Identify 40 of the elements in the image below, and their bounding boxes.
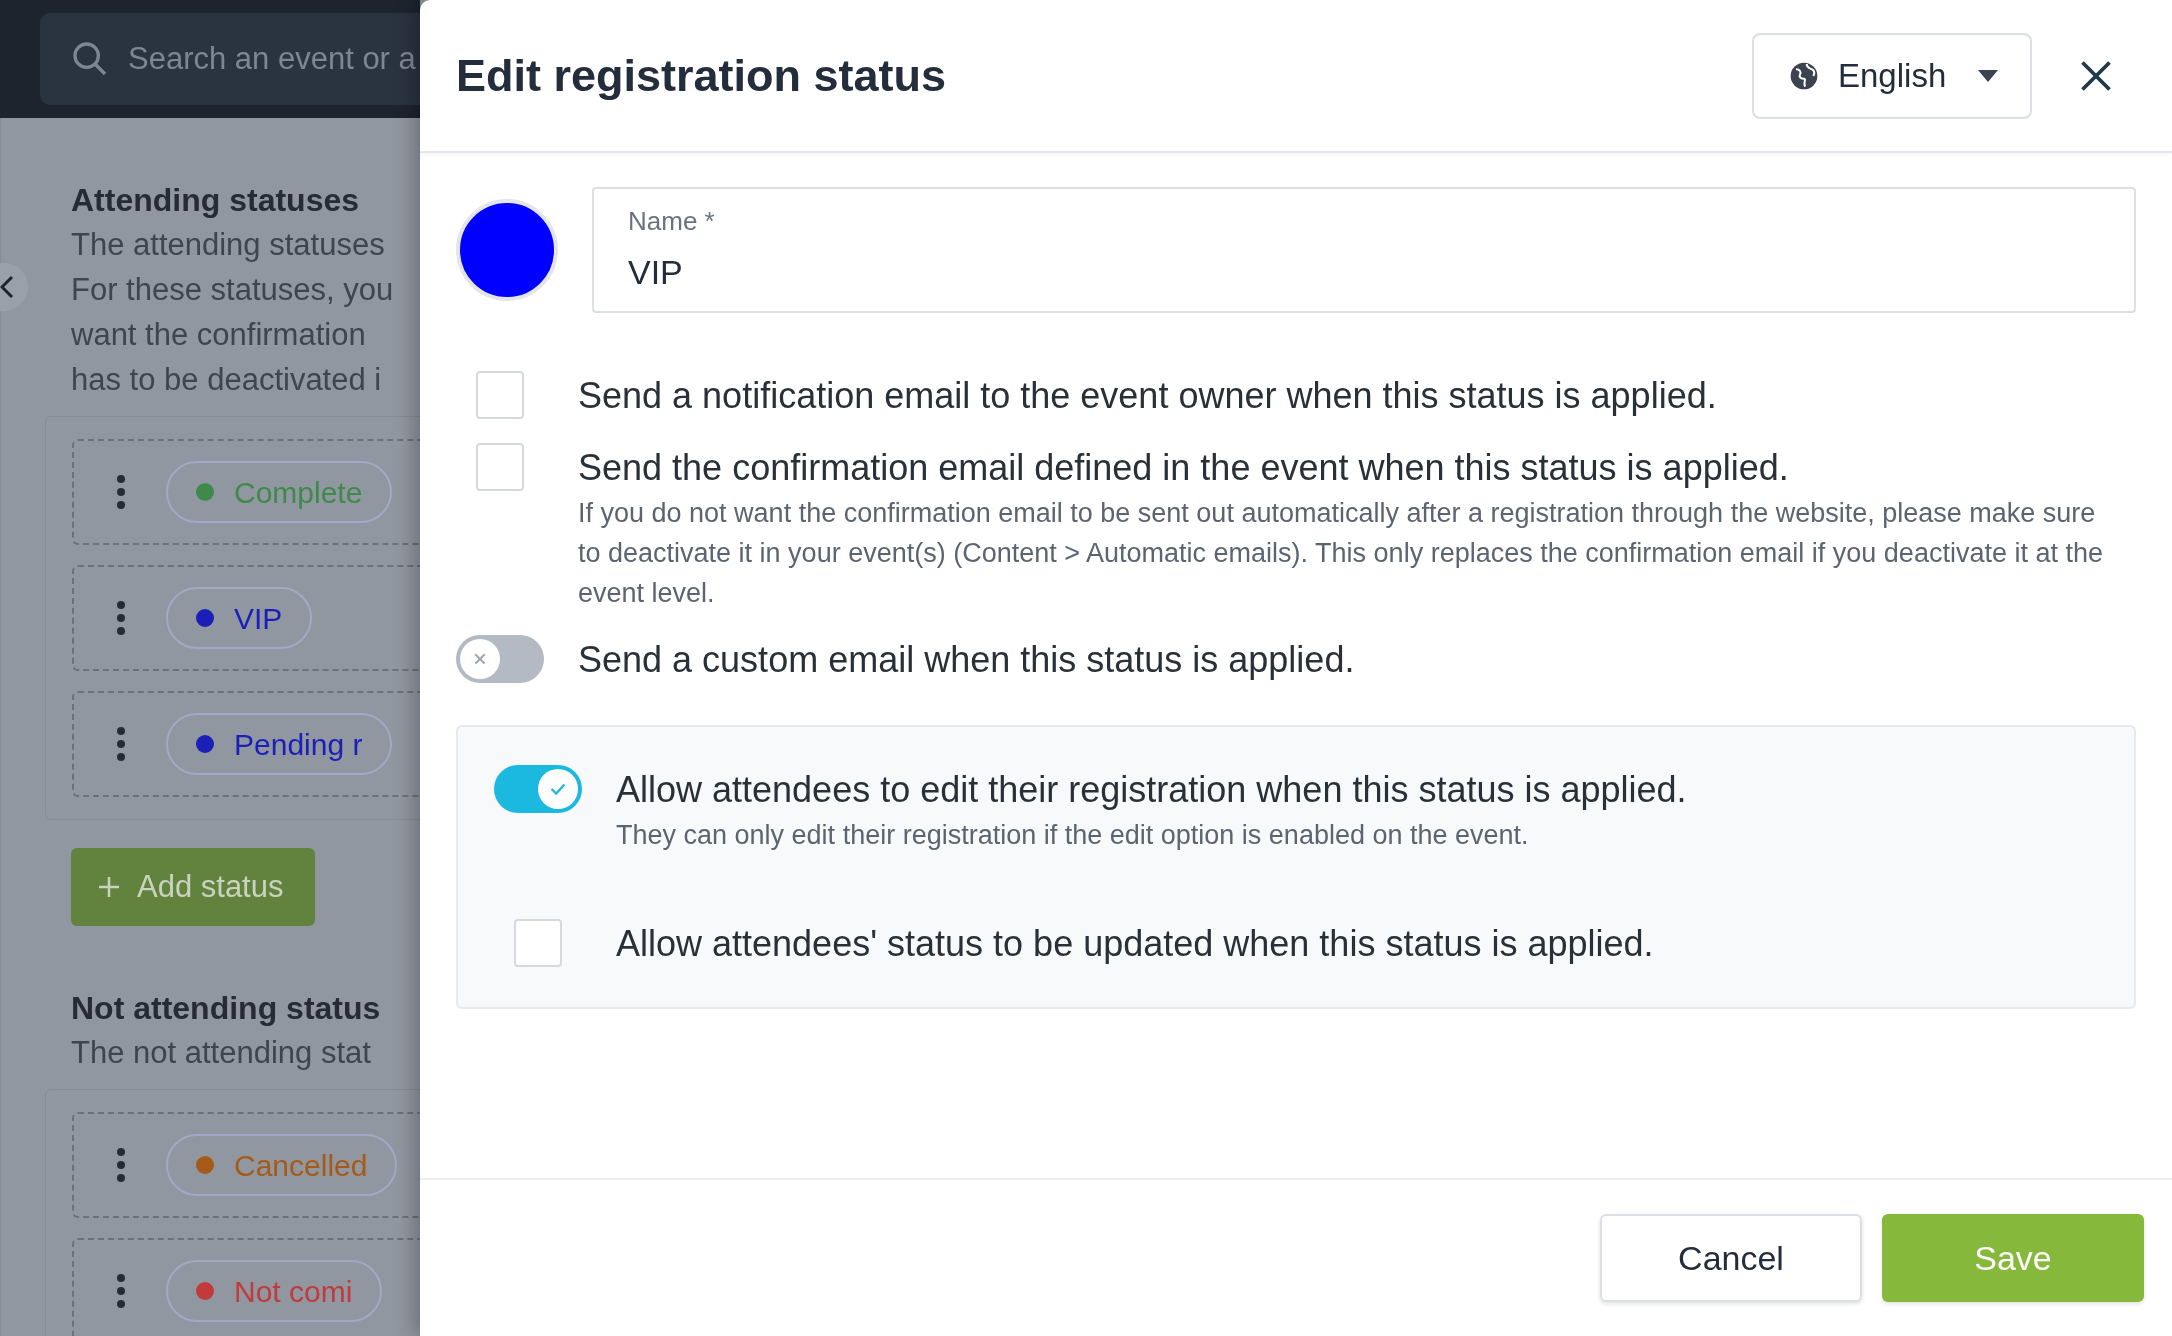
x-icon [472, 651, 488, 667]
option-label: Send a custom email when this status is applied. [578, 638, 1355, 682]
toggle-switch[interactable] [494, 765, 582, 813]
add-status-button[interactable]: Add status [71, 848, 315, 926]
save-button[interactable]: Save [1882, 1214, 2144, 1302]
section-description: For these statuses, you [71, 271, 395, 309]
status-pill: Pending r [166, 713, 393, 775]
option-label: Send a notification email to the event owner when this status is applied. [578, 374, 1717, 418]
section-description: The attending statuses [71, 226, 386, 264]
section-title: Attending statuses [71, 181, 361, 220]
section-description: has to be deactivated i [71, 361, 383, 399]
drag-handle-icon [116, 726, 126, 762]
toggle-switch[interactable] [456, 635, 544, 683]
section-description: The not attending stat [71, 1034, 372, 1072]
status-pill: Complete [166, 461, 393, 523]
dialog-title: Edit registration status [456, 48, 948, 103]
drag-handle-icon [116, 474, 126, 510]
caret-down-icon [1978, 69, 1999, 82]
help-text: They can only edit their registration if the edit option is enabled on the event. [616, 819, 1530, 852]
option-label: Allow attendees' status to be updated when this status is applied. [616, 922, 1654, 966]
status-pill: Not comi [166, 1260, 383, 1322]
checkbox[interactable] [514, 919, 562, 967]
drag-handle-icon [116, 1147, 126, 1183]
drag-handle-icon [116, 1273, 126, 1309]
checkbox[interactable] [476, 371, 524, 419]
option-label: Allow attendees to edit their registration when this status is applied. [616, 768, 1687, 812]
section-description: want the confirmation [71, 316, 367, 354]
checkbox[interactable] [476, 443, 524, 491]
name-field[interactable]: Name * VIP [592, 187, 2136, 313]
status-pill: VIP [166, 587, 313, 649]
option-label: Send the confirmation email defined in the event when this status is applied. [578, 446, 1790, 490]
status-pill: Cancelled [166, 1134, 398, 1196]
cancel-button[interactable]: Cancel [1600, 1214, 1862, 1302]
section-title: Not attending status [71, 989, 382, 1028]
search-field[interactable]: Search an event or a [40, 13, 420, 105]
language-select[interactable]: English [1752, 32, 2032, 119]
help-text: If you do not want the confirmation email to be sent out automatically after a registration through the website, please make sure to deactivate it in your event(s) (Content > Automatic emails). This only replaces the confirmation email if you deactivate it at the event level. [578, 497, 2104, 610]
drag-handle-icon [116, 600, 126, 636]
chevron-left-icon [0, 275, 14, 299]
plus-icon [97, 875, 121, 899]
